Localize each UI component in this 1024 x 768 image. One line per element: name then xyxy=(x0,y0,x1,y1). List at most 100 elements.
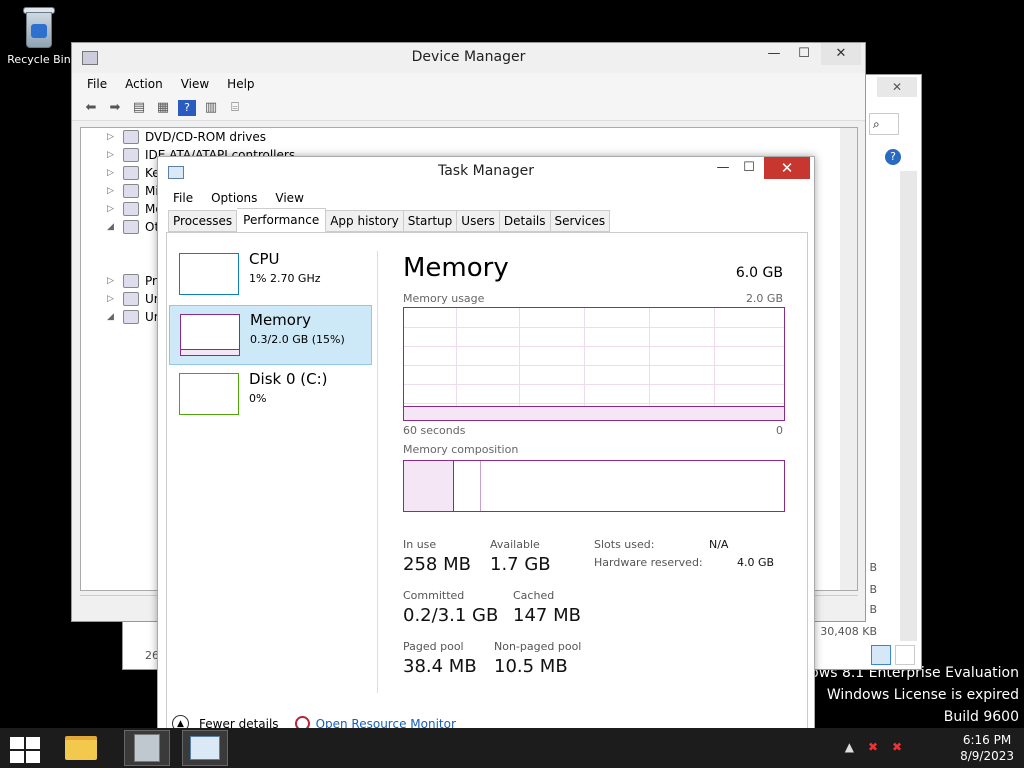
folder-icon xyxy=(65,736,97,760)
tab-performance[interactable]: Performance xyxy=(237,208,327,232)
device-tree-scrollbar[interactable] xyxy=(840,128,857,590)
sidebar-item-memory[interactable]: Memory 0.3/2.0 GB (15%) xyxy=(169,305,372,365)
clock-time: 6:16 PM xyxy=(962,733,1012,747)
start-button[interactable] xyxy=(8,736,40,763)
memory-usage-fill xyxy=(404,406,784,420)
expand-icon[interactable]: ▷ xyxy=(107,276,117,286)
collapse-icon[interactable]: ◢ xyxy=(107,312,117,322)
cpu-thumbnail xyxy=(179,253,239,295)
forward-arrow-icon[interactable]: ➡ xyxy=(106,100,124,116)
memory-composition-bar xyxy=(403,460,785,512)
properties-icon[interactable]: ▤ xyxy=(130,100,148,116)
expand-icon[interactable]: ▷ xyxy=(107,186,117,196)
performance-pane: CPU 1% 2.70 GHz Memory 0.3/2.0 GB (15%) … xyxy=(166,232,808,728)
back-arrow-icon[interactable]: ⬅ xyxy=(82,100,100,116)
explorer-scrollbar[interactable] xyxy=(900,171,917,641)
composition-modified xyxy=(480,461,481,511)
expand-icon[interactable]: ▷ xyxy=(107,204,117,214)
menu-view[interactable]: View xyxy=(172,77,218,91)
clock-date: 8/9/2023 xyxy=(960,749,1014,763)
clock[interactable]: 6:16 PM 8/9/2023 xyxy=(960,732,1014,764)
expand-icon[interactable]: ▷ xyxy=(107,294,117,304)
tree-item[interactable]: ▷ DVD/CD-ROM drives xyxy=(107,128,266,146)
close-button[interactable]: ✕ xyxy=(821,43,861,65)
cached-value: 147 MB xyxy=(513,605,581,626)
sidebar-item-title: CPU xyxy=(249,250,280,268)
tree-item[interactable]: ▷ Mo xyxy=(107,200,163,218)
monitor-icon xyxy=(123,202,139,216)
nonpaged-pool-value: 10.5 MB xyxy=(494,656,568,677)
sidebar-item-cpu[interactable]: CPU 1% 2.70 GHz xyxy=(169,245,372,305)
collapse-icon[interactable]: ◢ xyxy=(107,222,117,232)
tiles-view-icon[interactable] xyxy=(895,645,915,665)
hardware-reserved-value: 4.0 GB xyxy=(737,556,775,569)
available-label: Available xyxy=(490,538,540,551)
task-manager-menubar: File Options View xyxy=(158,187,814,209)
memory-usage-label: Memory usage xyxy=(403,292,485,305)
menu-help[interactable]: Help xyxy=(218,77,263,91)
help-icon[interactable]: ? xyxy=(885,149,901,165)
tab-users[interactable]: Users xyxy=(457,210,500,232)
task-manager-window[interactable]: Task Manager — ☐ ✕ File Options View Pro… xyxy=(157,156,815,756)
recycle-bin[interactable]: Recycle Bin xyxy=(4,6,74,66)
tree-item[interactable]: ▷ Ur xyxy=(107,290,159,308)
watermark-license: Windows License is expired xyxy=(826,687,1019,703)
device-manager-titlebar[interactable]: Device Manager — ☐ ✕ xyxy=(72,43,865,73)
menu-file[interactable]: File xyxy=(78,77,116,91)
tab-startup[interactable]: Startup xyxy=(403,210,458,232)
view-icon[interactable]: ▥ xyxy=(202,100,220,116)
watermark-build: Build 9600 xyxy=(943,709,1019,725)
device-manager-toolbar: ⬅ ➡ ▤ ▦ ? ▥ ⌸ xyxy=(72,95,865,121)
tab-services[interactable]: Services xyxy=(550,210,611,232)
task-manager-tabs: Processes Performance App history Startu… xyxy=(168,208,611,232)
slots-used-label: Slots used: xyxy=(594,538,655,551)
sidebar-item-disk[interactable]: Disk 0 (C:) 0% xyxy=(169,365,372,425)
memory-usage-graph xyxy=(403,307,785,421)
menu-action[interactable]: Action xyxy=(116,77,172,91)
volume-muted-icon[interactable]: ✖ xyxy=(892,740,902,754)
details-view-icon[interactable] xyxy=(871,645,891,665)
task-manager-titlebar[interactable]: Task Manager — ☐ ✕ xyxy=(158,157,814,187)
help-icon[interactable]: ? xyxy=(178,99,196,116)
sidebar-item-title: Disk 0 (C:) xyxy=(249,370,328,388)
menu-file[interactable]: File xyxy=(164,191,202,205)
maximize-button[interactable]: ☐ xyxy=(789,43,819,65)
tree-item[interactable]: ◢ Ot xyxy=(107,218,159,236)
expand-icon[interactable]: ▷ xyxy=(107,132,117,142)
sidebar-item-sub: 0% xyxy=(249,392,267,405)
sidebar-item-title: Memory xyxy=(250,311,312,329)
memory-total: 6.0 GB xyxy=(735,265,783,281)
taskbar: ▲ ✖ ✖ 6:16 PM 8/9/2023 xyxy=(0,728,1024,768)
explorer-close-button[interactable]: ✕ xyxy=(877,77,917,97)
show-hidden-icons-icon[interactable]: ▲ xyxy=(845,740,854,754)
menu-view[interactable]: View xyxy=(266,191,312,205)
memory-heading: Memory xyxy=(403,253,509,283)
taskbar-task-manager[interactable] xyxy=(182,730,228,766)
tree-item[interactable]: ▷ Ke xyxy=(107,164,160,182)
nonpaged-pool-label: Non-paged pool xyxy=(494,640,582,653)
tab-details[interactable]: Details xyxy=(499,210,551,232)
explorer-size: B xyxy=(869,561,877,574)
mouse-icon xyxy=(123,184,139,198)
tree-item[interactable]: ▷ Pr xyxy=(107,272,157,290)
composition-in-use xyxy=(404,461,454,511)
menu-options[interactable]: Options xyxy=(202,191,266,205)
tree-item[interactable]: ◢ Ur xyxy=(107,308,159,326)
network-error-icon[interactable]: ✖ xyxy=(868,740,878,754)
dvd-drive-icon xyxy=(123,130,139,144)
minimize-button[interactable]: — xyxy=(759,43,789,65)
maximize-button[interactable]: ☐ xyxy=(734,157,764,179)
list-icon[interactable]: ▦ xyxy=(154,100,172,116)
explorer-search-icon[interactable]: ⌕ xyxy=(869,113,899,135)
tree-item[interactable]: ▷ Mi xyxy=(107,182,159,200)
taskbar-file-explorer[interactable] xyxy=(58,730,104,766)
tab-app-history[interactable]: App history xyxy=(326,210,404,232)
other-devices-icon xyxy=(123,220,139,234)
expand-icon[interactable]: ▷ xyxy=(107,150,117,160)
expand-icon[interactable]: ▷ xyxy=(107,168,117,178)
tab-processes[interactable]: Processes xyxy=(168,210,238,232)
close-button[interactable]: ✕ xyxy=(764,157,810,179)
scan-hardware-icon[interactable]: ⌸ xyxy=(226,100,244,116)
committed-value: 0.2/3.1 GB xyxy=(403,605,499,626)
taskbar-device-manager[interactable] xyxy=(124,730,170,766)
